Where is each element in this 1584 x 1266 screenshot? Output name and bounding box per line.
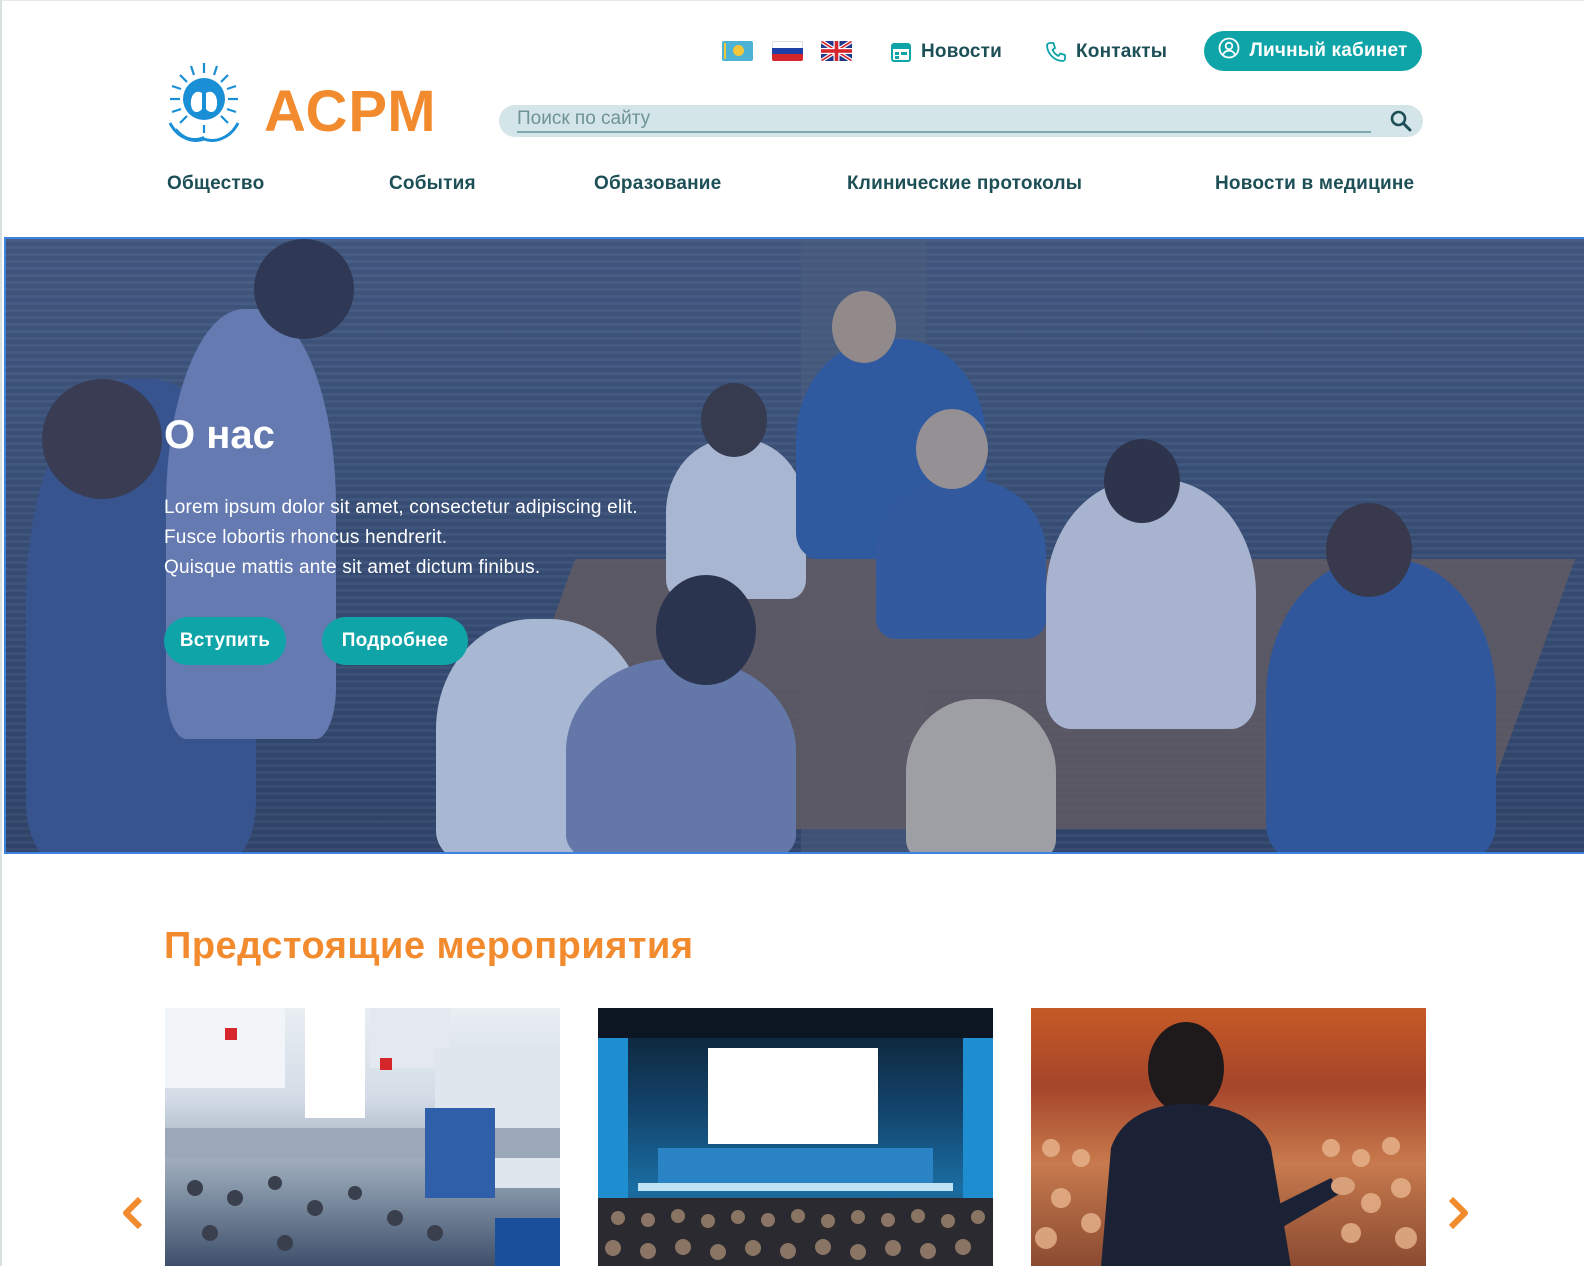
event-card[interactable] bbox=[1031, 1008, 1426, 1266]
hero-title: О нас bbox=[164, 413, 275, 457]
nav-item-events[interactable]: События bbox=[389, 173, 476, 195]
hero-description: Lorem ipsum dolor sit amet, consectetur … bbox=[164, 493, 638, 583]
personal-cabinet-label: Личный кабинет bbox=[1249, 40, 1408, 61]
search-input[interactable] bbox=[517, 107, 1371, 133]
exhibition-hall-photo bbox=[165, 1008, 560, 1266]
search-bar bbox=[499, 105, 1423, 137]
speaker-audience-photo bbox=[1035, 1022, 1417, 1266]
nav-item-society[interactable]: Общество bbox=[167, 173, 264, 195]
user-circle-icon bbox=[1218, 37, 1240, 65]
contacts-link-label: Контакты bbox=[1076, 41, 1168, 62]
auditorium-screen-photo bbox=[598, 1008, 993, 1266]
event-card[interactable] bbox=[598, 1008, 993, 1266]
more-button[interactable]: Подробнее bbox=[322, 617, 468, 665]
hero-text-line: Lorem ipsum dolor sit amet, consectetur … bbox=[164, 497, 638, 518]
search-icon[interactable] bbox=[1389, 109, 1413, 133]
personal-cabinet-button[interactable]: Личный кабинет bbox=[1204, 31, 1422, 71]
join-button[interactable]: Вступить bbox=[164, 617, 286, 665]
kazakhstan-flag-icon[interactable] bbox=[722, 41, 753, 61]
nav-item-clinical-protocols[interactable]: Клинические протоколы bbox=[847, 173, 1082, 195]
chevron-right-icon[interactable] bbox=[1443, 1193, 1473, 1233]
main-nav: Общество События Образование Клинические… bbox=[2, 173, 1584, 203]
russia-flag-icon[interactable] bbox=[772, 41, 803, 61]
brand-name[interactable]: АСРМ bbox=[264, 83, 437, 141]
events-section-title: Предстоящие мероприятия bbox=[164, 925, 694, 967]
uk-flag-icon[interactable] bbox=[821, 41, 852, 61]
news-link-label: Новости bbox=[921, 41, 1003, 62]
chevron-left-icon[interactable] bbox=[118, 1193, 148, 1233]
hero-text-line: Quisque mattis ante sit amet dictum fini… bbox=[164, 557, 541, 578]
hero-text-line: Fusce lobortis rhoncus hendrerit. bbox=[164, 527, 448, 548]
lungs-emblem-icon[interactable] bbox=[164, 59, 244, 145]
nav-item-education[interactable]: Образование bbox=[594, 173, 721, 195]
page-frame: Новости Контакты Личный кабинет АСРМ Пои… bbox=[0, 0, 1584, 1266]
phone-icon bbox=[1045, 41, 1067, 63]
calendar-icon bbox=[890, 41, 912, 63]
news-link[interactable]: Новости bbox=[890, 37, 1002, 67]
event-card[interactable] bbox=[165, 1008, 560, 1266]
contacts-link[interactable]: Контакты bbox=[1045, 37, 1167, 67]
nav-item-medical-news[interactable]: Новости в медицине bbox=[1215, 173, 1414, 195]
